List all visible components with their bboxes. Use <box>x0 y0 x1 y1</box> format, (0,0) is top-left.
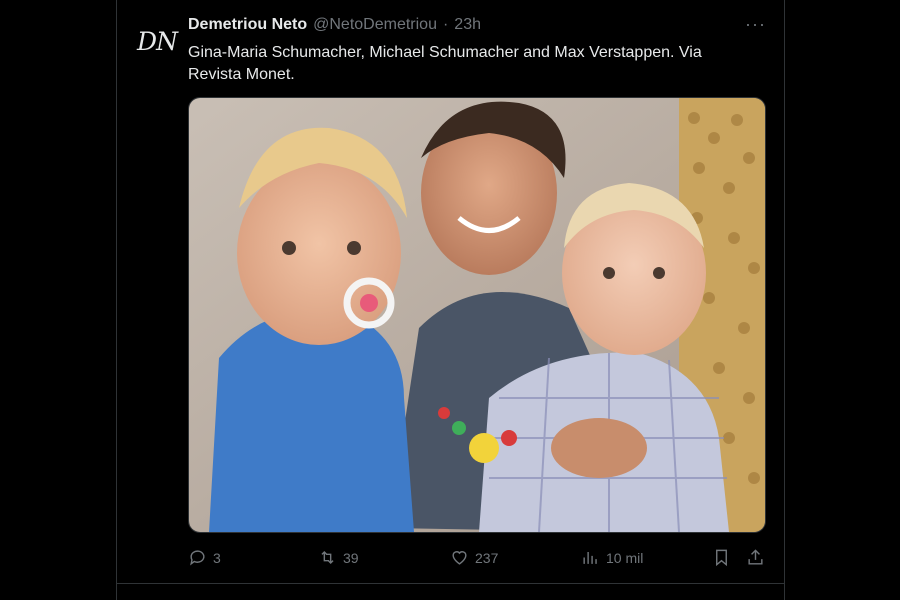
views-icon <box>583 551 597 564</box>
retweet-count: 39 <box>343 549 359 566</box>
reply-button[interactable]: 3 <box>188 548 221 567</box>
bookmark-icon <box>716 549 727 567</box>
timeline-right-border <box>784 0 785 600</box>
like-button[interactable]: 237 <box>450 548 498 567</box>
retweet-button[interactable]: 39 <box>318 548 359 567</box>
more-options-icon[interactable]: ··· <box>745 14 766 35</box>
avatar[interactable]: DN <box>136 20 178 62</box>
timestamp[interactable]: 23h <box>454 16 481 34</box>
photo-illustration <box>189 98 765 532</box>
tweet-text: Gina-Maria Schumacher, Michael Schumache… <box>188 44 702 83</box>
reply-icon <box>190 550 205 566</box>
tweet-header: Demetriou Neto @NetoDemetriou · 23h <box>188 16 481 34</box>
retweet-icon <box>321 550 334 565</box>
share-icon <box>748 549 763 565</box>
tweet-photo[interactable] <box>188 97 766 533</box>
tweet-actions: 3 39 237 10 mil <box>188 548 766 570</box>
tweet-divider <box>116 583 784 584</box>
views-count: 10 mil <box>606 549 644 566</box>
user-handle[interactable]: @NetoDemetriou <box>313 16 437 34</box>
display-name[interactable]: Demetriou Neto <box>188 16 307 34</box>
reply-count: 3 <box>213 549 221 566</box>
like-count: 237 <box>475 549 499 566</box>
share-button[interactable] <box>746 548 765 567</box>
separator-dot: · <box>442 16 449 33</box>
views-button[interactable]: 10 mil <box>581 548 643 567</box>
bookmark-button[interactable] <box>712 548 731 567</box>
heart-icon <box>452 551 467 565</box>
